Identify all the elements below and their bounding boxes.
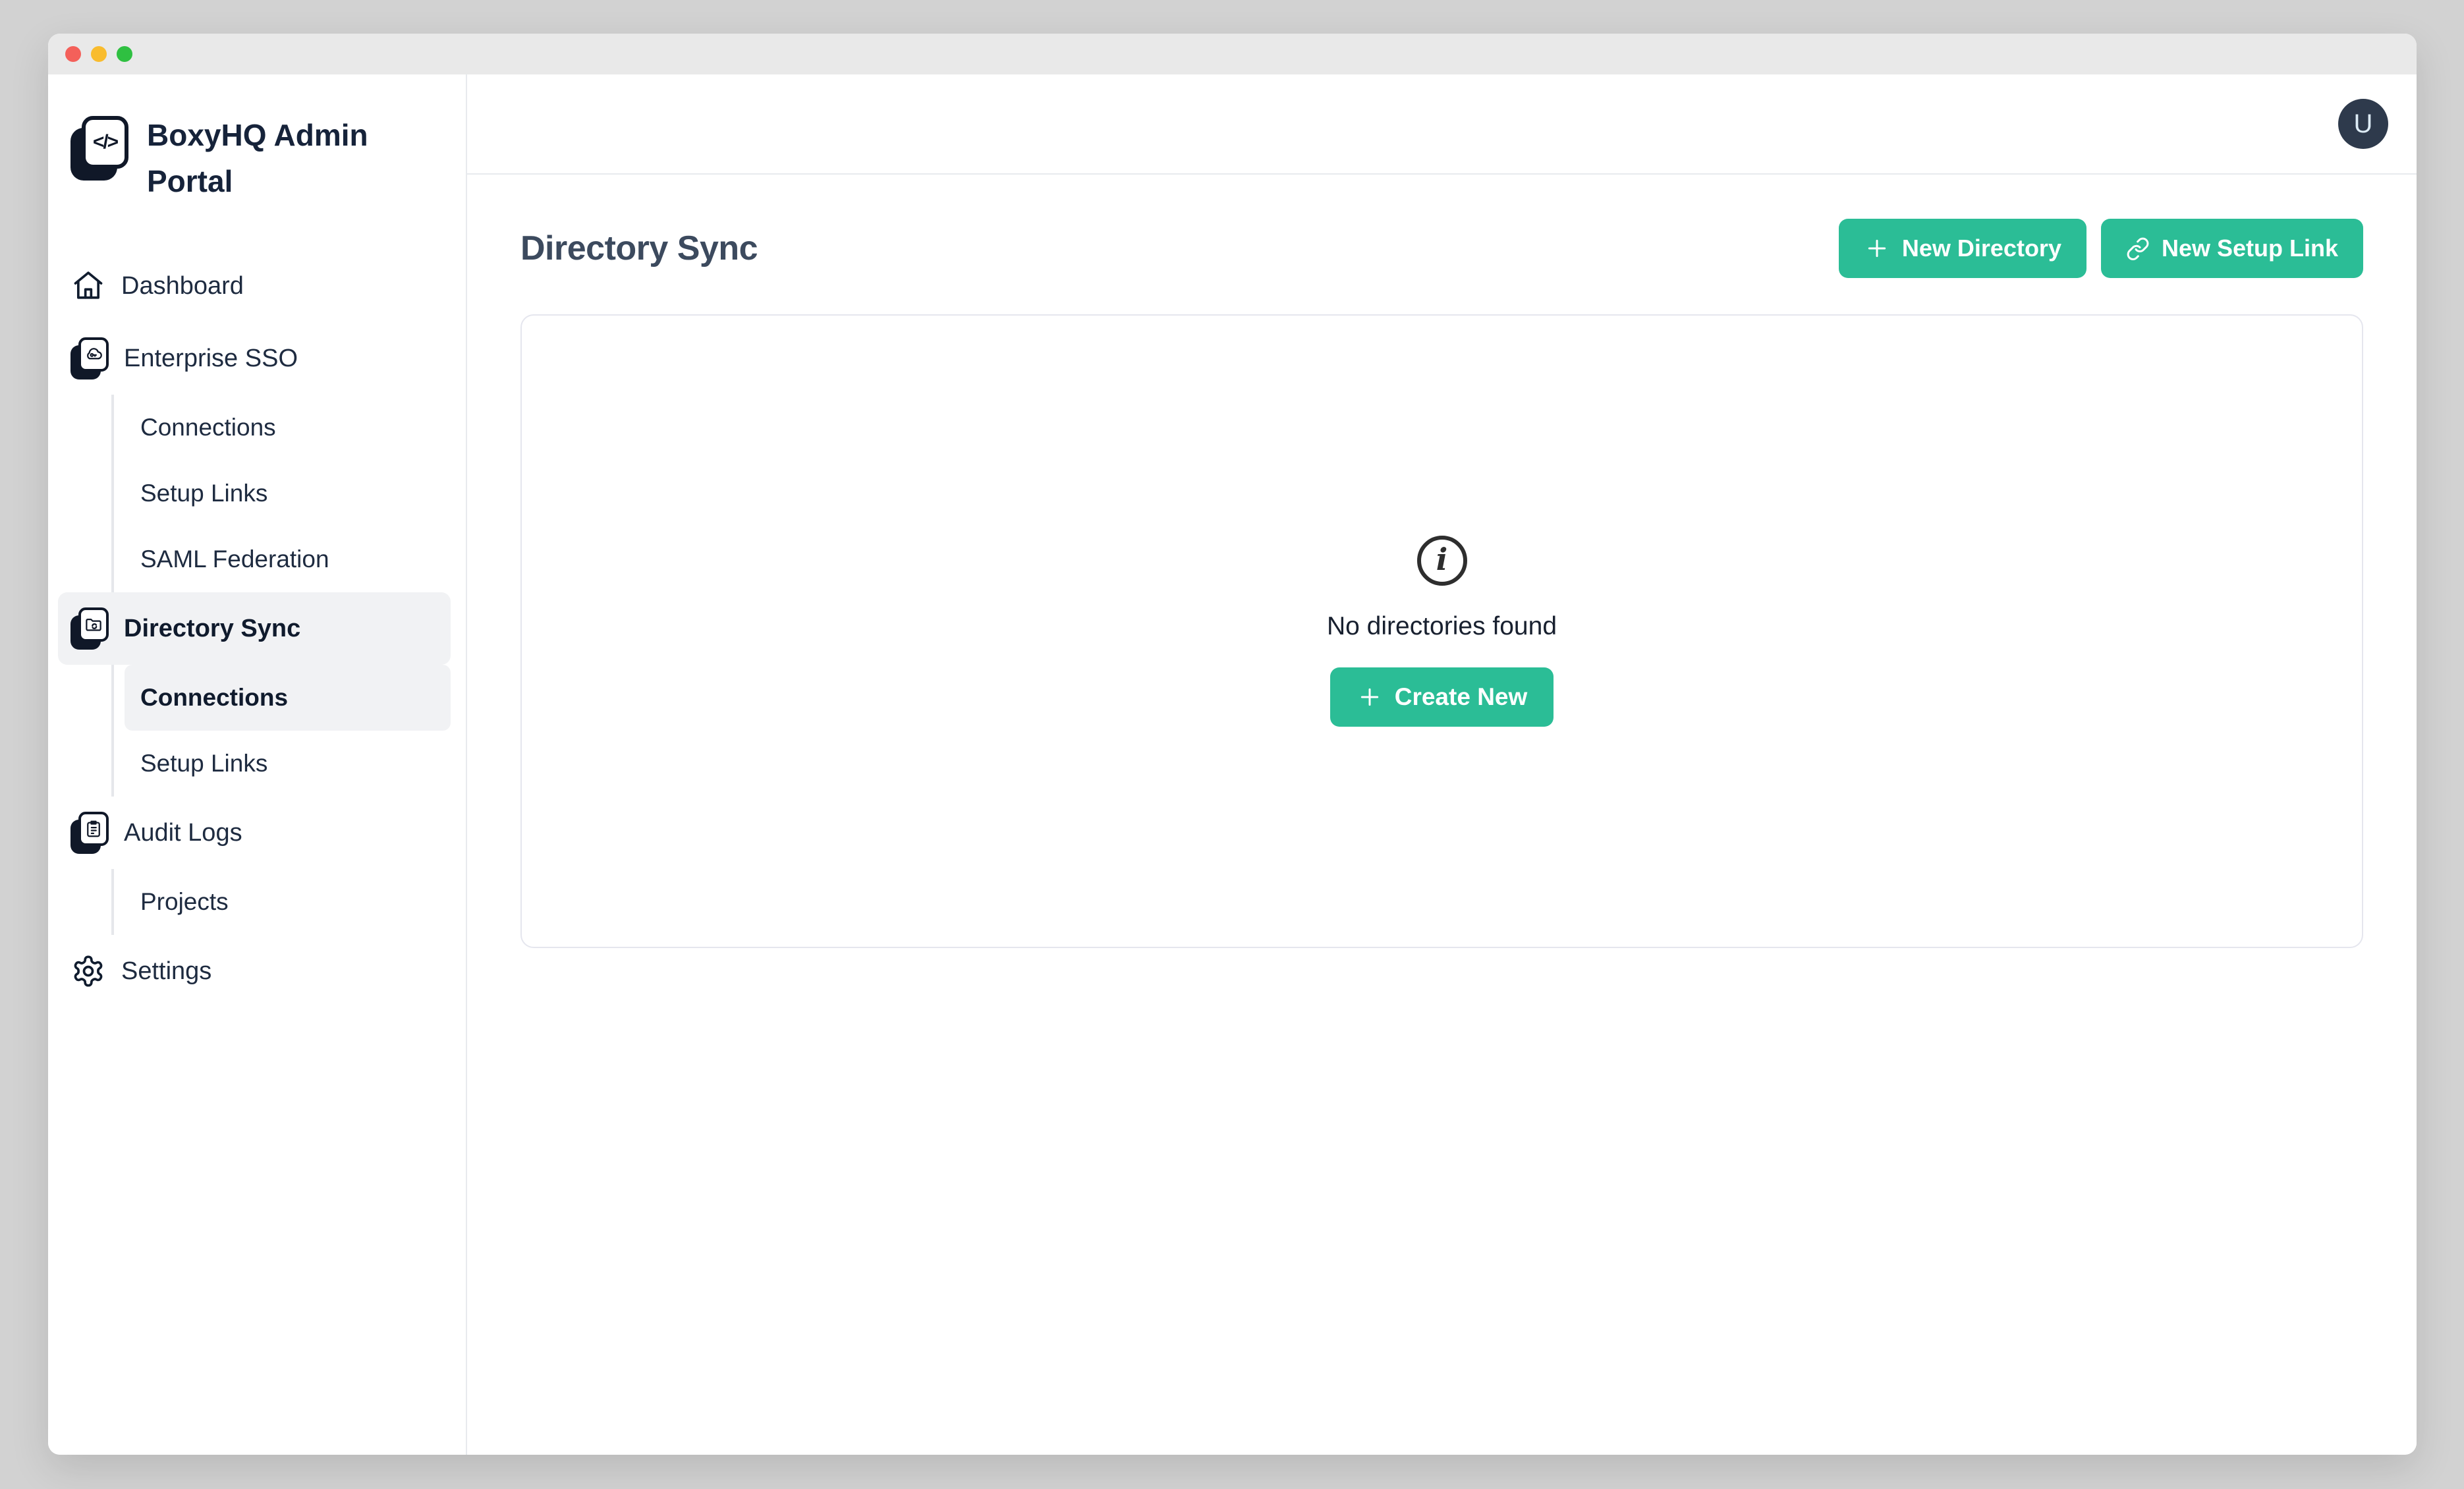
new-setup-link-button[interactable]: New Setup Link bbox=[2101, 219, 2363, 278]
sidebar-nav: Dashboard Enterprise SSO bbox=[48, 250, 466, 1007]
page: Directory Sync New Directory New Setup L… bbox=[467, 175, 2417, 1455]
plus-icon bbox=[1357, 684, 1383, 710]
sidebar-subitem-dsync-setup-links[interactable]: Setup Links bbox=[125, 731, 451, 797]
app-window: </> BoxyHQ Admin Portal Dashboard bbox=[48, 34, 2417, 1455]
minimize-window-button[interactable] bbox=[91, 46, 107, 62]
sidebar-subitem-projects[interactable]: Projects bbox=[125, 869, 451, 935]
sidebar-subitem-sso-setup-links[interactable]: Setup Links bbox=[125, 461, 451, 526]
directory-sync-subnav: Connections Setup Links bbox=[111, 665, 451, 797]
sidebar-item-directory-sync[interactable]: Directory Sync bbox=[58, 592, 451, 665]
home-icon bbox=[70, 268, 106, 304]
sidebar-item-enterprise-sso[interactable]: Enterprise SSO bbox=[58, 322, 451, 395]
sidebar-item-label: Audit Logs bbox=[124, 819, 242, 847]
plus-icon bbox=[1864, 235, 1890, 262]
sidebar-subitem-dsync-connections[interactable]: Connections bbox=[125, 665, 451, 731]
create-new-button[interactable]: Create New bbox=[1330, 667, 1554, 727]
close-window-button[interactable] bbox=[65, 46, 81, 62]
sidebar-item-settings[interactable]: Settings bbox=[58, 935, 451, 1007]
sidebar: </> BoxyHQ Admin Portal Dashboard bbox=[48, 74, 467, 1455]
sidebar-item-label: Directory Sync bbox=[124, 615, 300, 643]
user-avatar[interactable]: U bbox=[2338, 99, 2388, 149]
sidebar-subitem-sso-connections[interactable]: Connections bbox=[125, 395, 451, 461]
info-icon: i bbox=[1417, 536, 1467, 586]
sidebar-item-label: Settings bbox=[121, 957, 211, 986]
enterprise-sso-subnav: Connections Setup Links SAML Federation bbox=[111, 395, 451, 592]
audit-clipboard-icon bbox=[70, 812, 109, 854]
sidebar-item-label: Enterprise SSO bbox=[124, 345, 298, 373]
sidebar-item-dashboard[interactable]: Dashboard bbox=[58, 250, 451, 322]
sidebar-subitem-saml-federation[interactable]: SAML Federation bbox=[125, 526, 451, 592]
zoom-window-button[interactable] bbox=[117, 46, 132, 62]
page-title: Directory Sync bbox=[520, 229, 758, 268]
empty-state-message: No directories found bbox=[1327, 612, 1557, 641]
brand-title: BoxyHQ Admin Portal bbox=[147, 112, 446, 204]
link-icon bbox=[2126, 237, 2150, 260]
new-directory-button[interactable]: New Directory bbox=[1839, 219, 2086, 278]
audit-logs-subnav: Projects bbox=[111, 869, 451, 935]
sso-cloud-key-icon bbox=[70, 337, 109, 379]
main-content: U Directory Sync New Directory bbox=[467, 74, 2417, 1455]
code-glyph: </> bbox=[93, 131, 117, 154]
avatar-letter: U bbox=[2354, 109, 2373, 139]
page-header: Directory Sync New Directory New Setup L… bbox=[520, 219, 2363, 278]
gear-icon bbox=[70, 953, 106, 989]
top-header: U bbox=[467, 74, 2417, 175]
sidebar-item-label: Dashboard bbox=[121, 272, 244, 300]
boxyhq-logo-icon: </> bbox=[70, 116, 128, 181]
empty-state-card: i No directories found Create New bbox=[520, 314, 2363, 948]
page-actions: New Directory New Setup Link bbox=[1839, 219, 2363, 278]
brand[interactable]: </> BoxyHQ Admin Portal bbox=[70, 116, 446, 204]
app-body: </> BoxyHQ Admin Portal Dashboard bbox=[48, 74, 2417, 1455]
window-titlebar bbox=[48, 34, 2417, 74]
sidebar-item-audit-logs[interactable]: Audit Logs bbox=[58, 797, 451, 869]
directory-folder-sync-icon bbox=[70, 607, 109, 650]
